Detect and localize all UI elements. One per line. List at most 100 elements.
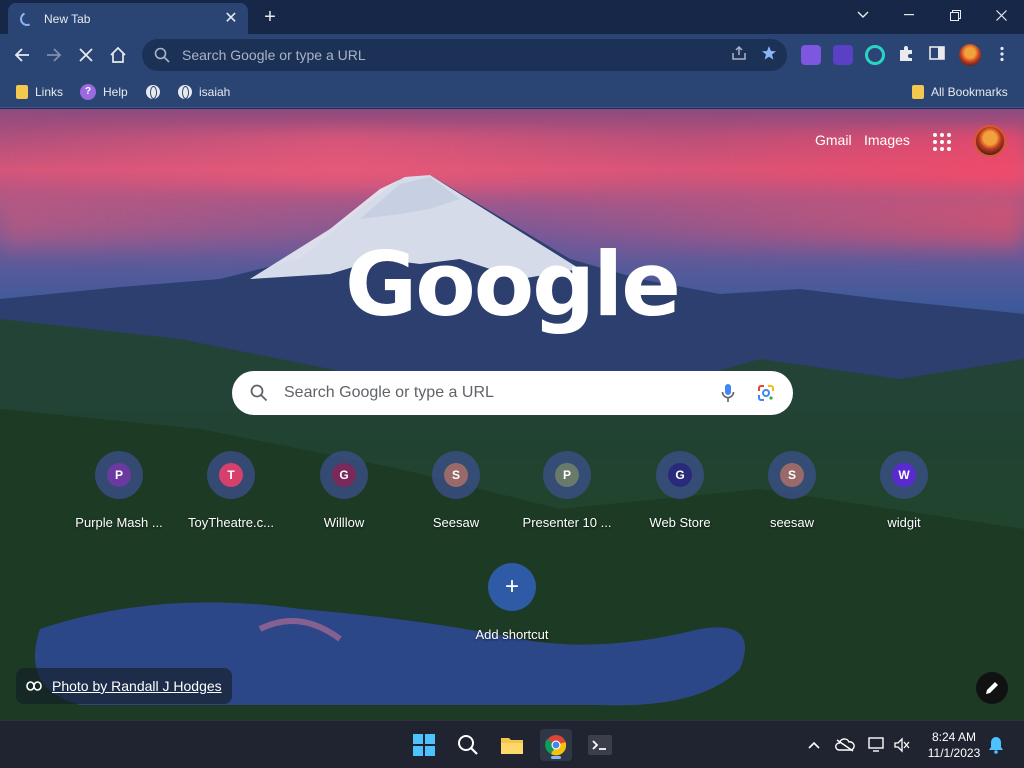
onedrive-cloud-icon[interactable] <box>835 735 855 755</box>
side-panel-icon[interactable] <box>929 45 949 65</box>
bookmark-globe[interactable] <box>146 82 167 102</box>
extension-tw-icon[interactable] <box>833 45 853 65</box>
shortcut-tile[interactable]: T ToyTheatre.c... <box>175 449 287 549</box>
globe-icon <box>178 85 192 99</box>
plus-icon: + <box>488 563 536 611</box>
shortcut-icon-circle: S <box>768 451 816 499</box>
shortcut-tile[interactable]: P Presenter 10 ... <box>511 449 623 549</box>
shortcut-icon-circle: P <box>543 451 591 499</box>
close-window-button[interactable] <box>978 0 1024 30</box>
volume-muted-icon[interactable] <box>892 735 912 755</box>
search-placeholder: Search Google or type a URL <box>284 384 494 401</box>
tab-search-icon[interactable] <box>840 0 886 30</box>
shortcut-label: widgit <box>887 515 921 530</box>
microphone-icon[interactable] <box>717 382 739 404</box>
bookmark-links[interactable]: Links <box>16 82 63 102</box>
extension-circle-icon[interactable] <box>865 45 885 65</box>
window-controls <box>840 0 1024 30</box>
address-bar-placeholder: Search Google or type a URL <box>182 47 366 63</box>
minimize-button[interactable] <box>886 0 932 30</box>
shortcut-favicon: P <box>555 463 579 487</box>
menu-kebab-icon[interactable] <box>993 45 1013 65</box>
images-link[interactable]: Images <box>864 132 910 148</box>
photo-credit-link[interactable]: Photo by Randall J Hodges <box>16 668 232 704</box>
shortcut-tile[interactable]: S seesaw <box>736 449 848 549</box>
restore-button[interactable] <box>932 0 978 30</box>
new-tab-page: Gmail Images Google Search Google or typ… <box>0 109 1024 720</box>
add-shortcut-label: Add shortcut <box>475 627 549 642</box>
all-bookmarks-button[interactable]: All Bookmarks <box>912 82 1008 102</box>
shortcut-favicon: G <box>332 463 356 487</box>
shortcuts-grid: P Purple Mash ... T ToyTheatre.c... G Wi… <box>0 449 1024 642</box>
shortcut-icon-circle: S <box>432 451 480 499</box>
help-icon: ? <box>80 84 96 100</box>
google-logo: Google <box>345 233 681 336</box>
lens-camera-icon[interactable] <box>755 382 777 404</box>
home-button[interactable] <box>103 40 133 70</box>
google-apps-icon[interactable] <box>933 133 951 151</box>
active-indicator <box>551 756 561 759</box>
shortcut-icon-circle: G <box>656 451 704 499</box>
shortcut-favicon: S <box>444 463 468 487</box>
windows-start-icon[interactable] <box>408 729 440 761</box>
shortcut-tile[interactable]: G Web Store <box>624 449 736 549</box>
address-bar[interactable]: Search Google or type a URL <box>142 39 787 71</box>
search-icon <box>248 382 270 404</box>
globe-icon <box>146 85 160 99</box>
customize-pencil-icon[interactable] <box>976 672 1008 704</box>
add-shortcut-button[interactable]: + Add shortcut <box>456 561 568 661</box>
extension-onenote-icon[interactable] <box>801 45 821 65</box>
shortcut-label: ToyTheatre.c... <box>188 515 274 530</box>
chrome-taskbar-icon[interactable] <box>540 729 572 761</box>
clock-time: 8:24 AM <box>931 730 977 744</box>
stop-loading-button[interactable] <box>71 40 101 70</box>
profile-avatar[interactable] <box>959 44 981 66</box>
bookmark-isaiah[interactable]: isaiah <box>178 82 230 102</box>
shortcut-favicon: S <box>780 463 804 487</box>
shortcut-tile[interactable]: W widgit <box>848 449 960 549</box>
tab-new-tab[interactable]: New Tab ✕ <box>8 3 248 34</box>
shortcut-tile[interactable]: P Purple Mash ... <box>63 449 175 549</box>
bookmark-help[interactable]: ? Help <box>80 82 128 102</box>
notification-bell-icon[interactable] <box>986 735 1006 755</box>
network-display-icon[interactable] <box>867 735 887 755</box>
tab-strip: New Tab ✕ + <box>0 0 1024 34</box>
bookmark-star-icon[interactable] <box>761 45 777 66</box>
shortcut-label: Presenter 10 ... <box>522 515 612 530</box>
new-tab-button[interactable]: + <box>258 6 282 30</box>
bookmark-label: isaiah <box>199 85 231 99</box>
shortcut-label: seesaw <box>769 515 815 530</box>
taskbar-search-icon[interactable] <box>452 729 484 761</box>
shortcut-favicon: T <box>219 463 243 487</box>
browser-toolbar: Search Google or type a URL <box>0 34 1024 76</box>
bookmark-label: Links <box>35 85 64 99</box>
shortcut-tile[interactable]: G Willlow <box>288 449 400 549</box>
shortcut-favicon: G <box>668 463 692 487</box>
shortcut-label: Purple Mash ... <box>75 515 163 530</box>
folder-icon <box>16 85 28 99</box>
shortcut-tile[interactable]: S Seesaw <box>400 449 512 549</box>
clock-date: 11/1/2023 <box>927 746 981 760</box>
share-icon[interactable] <box>731 45 747 66</box>
gmail-link[interactable]: Gmail <box>815 132 852 148</box>
shortcut-icon-circle: G <box>320 451 368 499</box>
folder-icon <box>912 85 924 99</box>
bookmark-label: Help <box>103 85 128 99</box>
terminal-icon[interactable] <box>584 729 616 761</box>
tab-close-button[interactable]: ✕ <box>222 10 240 28</box>
ntp-search-box[interactable]: Search Google or type a URL <box>232 371 793 415</box>
tab-title: New Tab <box>44 11 91 26</box>
system-clock[interactable]: 8:24 AM 11/1/2023 <box>922 729 986 761</box>
shortcut-icon-circle: W <box>880 451 928 499</box>
file-explorer-icon[interactable] <box>496 729 528 761</box>
bookmarks-bar: Links ? Help isaiah All Bookmarks <box>0 76 1024 108</box>
forward-button[interactable] <box>39 40 69 70</box>
back-button[interactable] <box>7 40 37 70</box>
show-hidden-icons-chevron-icon[interactable] <box>804 735 824 755</box>
shortcut-icon-circle: T <box>207 451 255 499</box>
account-avatar[interactable] <box>974 125 1006 157</box>
windows-taskbar: 8:24 AM 11/1/2023 <box>0 720 1024 768</box>
search-icon <box>154 47 170 63</box>
all-bookmarks-label: All Bookmarks <box>931 85 1008 99</box>
extensions-puzzle-icon[interactable] <box>897 45 917 65</box>
